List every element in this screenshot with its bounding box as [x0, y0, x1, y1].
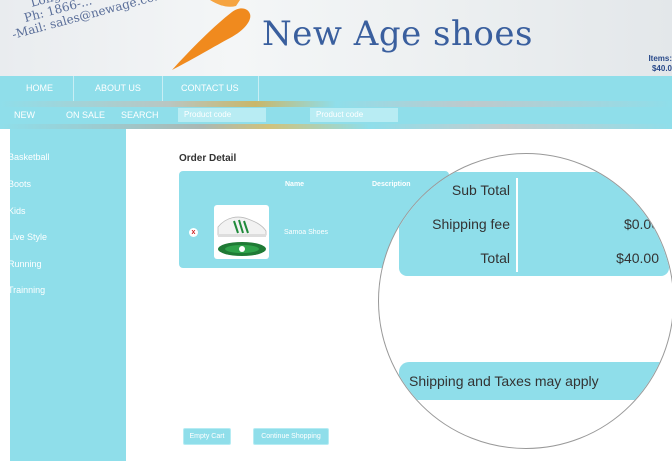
subnav-new[interactable]: NEW — [14, 108, 35, 122]
category-sidebar: Basketball Boots Kids Live Style Running… — [8, 129, 126, 461]
product-name[interactable]: Samoa Shoes — [284, 229, 328, 236]
empty-cart-button[interactable]: Empty Cart — [183, 428, 231, 445]
continue-shopping-button[interactable]: Continue Shopping — [253, 428, 329, 445]
subnav-on-sale[interactable]: ON SALE — [66, 108, 105, 122]
sidebar-item-live-style[interactable]: Live Style — [8, 232, 47, 242]
nav-divider — [258, 76, 259, 101]
shipping-fee-label: Shipping fee — [432, 216, 510, 232]
sidebar-item-basketball[interactable]: Basketball — [8, 152, 50, 162]
column-header-name: Name — [285, 181, 305, 188]
total-value: $40.00 — [616, 250, 659, 266]
nav-about-us[interactable]: ABOUT US — [95, 76, 141, 101]
nav-divider — [162, 76, 163, 101]
sidebar-item-running[interactable]: Running — [8, 259, 42, 269]
cart-total: $40.0 — [651, 64, 672, 73]
nav-contact-us[interactable]: CONTACT US — [181, 76, 239, 101]
logo-swoosh-icon — [172, 0, 251, 70]
nav-home[interactable]: HOME — [26, 76, 53, 101]
total-label: Total — [480, 250, 510, 266]
shipping-fee-value: $0.00 — [623, 216, 659, 232]
sidebar-item-boots[interactable]: Boots — [8, 179, 31, 189]
shipping-note: Shipping and Taxes may apply — [409, 373, 599, 389]
sidebar-item-trainning[interactable]: Trainning — [8, 285, 45, 295]
subtotal-value: $40. — [631, 182, 659, 198]
product-code-input-2[interactable]: Product code — [310, 108, 398, 122]
cart-summary[interactable]: Items: $40.0 — [648, 54, 672, 74]
cart-items-label: Items: — [648, 54, 672, 63]
main-nav: HOME ABOUT US CONTACT US — [0, 76, 672, 101]
shoe-image-icon — [217, 216, 267, 256]
nav-divider — [73, 76, 74, 101]
remove-item-icon[interactable]: x — [189, 228, 198, 237]
product-thumbnail[interactable] — [214, 205, 269, 259]
header-banner: Long... Ph: 1866-... -Mail: sales@newage… — [0, 0, 672, 76]
sidebar-item-kids[interactable]: Kids — [8, 206, 26, 216]
subtotal-label: Sub Total — [451, 182, 510, 198]
shipping-note-panel: Shipping and Taxes may apply — [399, 362, 669, 400]
magnifier-lens: Sub Total $40. Shipping fee $0.00 Total … — [378, 153, 672, 449]
order-detail-title: Order Detail — [179, 153, 237, 164]
product-code-input[interactable]: Product code — [178, 108, 266, 122]
brand-title[interactable]: New Age shoes — [262, 14, 533, 54]
contact-info: Long... Ph: 1866-... -Mail: sales@newage… — [4, 0, 166, 42]
subnav-search[interactable]: SEARCH — [121, 108, 159, 122]
totals-divider — [516, 178, 518, 272]
decorative-strip — [0, 101, 672, 107]
